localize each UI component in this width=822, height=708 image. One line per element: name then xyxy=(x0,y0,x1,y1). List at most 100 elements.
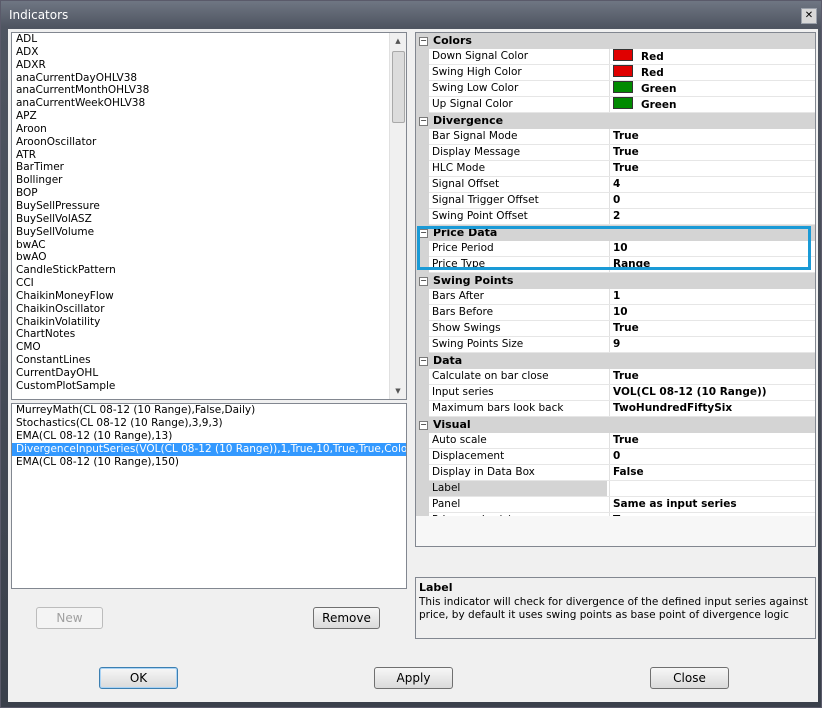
indicator-list-item[interactable]: CustomPlotSample xyxy=(12,380,406,393)
property-row[interactable]: HLC Mode True xyxy=(416,161,815,177)
indicator-list-item[interactable]: APZ xyxy=(12,110,406,123)
property-value[interactable] xyxy=(609,481,613,496)
property-value[interactable]: 4 xyxy=(609,177,620,192)
property-row[interactable]: Display in Data Box False xyxy=(416,465,815,481)
indicator-list-scrollbar[interactable]: ▲ ▼ xyxy=(389,33,406,399)
property-value[interactable]: Green xyxy=(609,81,677,96)
property-value[interactable]: True xyxy=(609,369,639,384)
property-value[interactable]: True xyxy=(609,145,639,160)
property-row[interactable]: Swing Points Size 9 xyxy=(416,337,815,353)
applied-indicator-item[interactable]: MurreyMath(CL 08-12 (10 Range),False,Dai… xyxy=(12,404,406,417)
indicator-list-item[interactable]: anaCurrentWeekOHLV38 xyxy=(12,97,406,110)
property-value[interactable]: 1 xyxy=(609,289,620,304)
collapse-icon[interactable]: − xyxy=(419,357,428,366)
property-row[interactable]: Panel Same as input series xyxy=(416,497,815,513)
property-value[interactable]: 0 xyxy=(609,449,620,464)
property-row[interactable]: Input series VOL(CL 08-12 (10 Range)) xyxy=(416,385,815,401)
indicator-list-item[interactable]: AroonOscillator xyxy=(12,136,406,149)
property-row[interactable]: Bars Before 10 xyxy=(416,305,815,321)
indicator-list-item[interactable]: ChaikinOscillator xyxy=(12,303,406,316)
close-icon[interactable]: ✕ xyxy=(801,8,817,24)
indicator-list-item[interactable]: anaCurrentDayOHLV38 xyxy=(12,72,406,85)
property-row[interactable]: Swing High Color Red xyxy=(416,65,815,81)
remove-button[interactable]: Remove xyxy=(313,607,380,629)
property-row[interactable]: Show Swings True xyxy=(416,321,815,337)
property-value[interactable]: Red xyxy=(609,49,664,64)
category-visual[interactable]: − Visual xyxy=(416,417,815,433)
property-value[interactable]: False xyxy=(609,465,644,480)
indicator-list-item[interactable]: BuySellPressure xyxy=(12,200,406,213)
indicator-list-item[interactable]: CMO xyxy=(12,341,406,354)
indicator-list-item[interactable]: ADXR xyxy=(12,59,406,72)
collapse-icon[interactable]: − xyxy=(419,37,428,46)
property-value[interactable]: Green xyxy=(609,97,677,112)
property-row[interactable]: Bars After 1 xyxy=(416,289,815,305)
category-divergence[interactable]: − Divergence xyxy=(416,113,815,129)
property-value[interactable]: Red xyxy=(609,65,664,80)
indicator-list-item[interactable]: Bollinger xyxy=(12,174,406,187)
property-row[interactable]: Signal Offset 4 xyxy=(416,177,815,193)
property-row[interactable]: Signal Trigger Offset 0 xyxy=(416,193,815,209)
property-value[interactable]: 2 xyxy=(609,209,620,224)
property-row[interactable]: Maximum bars look back TwoHundredFiftySix xyxy=(416,401,815,417)
title-bar[interactable]: Indicators ✕ xyxy=(1,1,821,29)
apply-button[interactable]: Apply xyxy=(374,667,453,689)
indicator-list-item[interactable]: CurrentDayOHL xyxy=(12,367,406,380)
indicator-list-item[interactable]: CandleStickPattern xyxy=(12,264,406,277)
property-value[interactable]: Same as input series xyxy=(609,497,737,512)
indicator-list-item[interactable]: bwAO xyxy=(12,251,406,264)
property-value[interactable]: True xyxy=(609,433,639,448)
property-row[interactable]: Swing Low Color Green xyxy=(416,81,815,97)
property-row[interactable]: Calculate on bar close True xyxy=(416,369,815,385)
property-row[interactable]: Display Message True xyxy=(416,145,815,161)
scroll-thumb[interactable] xyxy=(392,51,405,123)
indicator-list-item[interactable]: ADX xyxy=(12,46,406,59)
indicator-list-item[interactable]: ConstantLines xyxy=(12,354,406,367)
indicator-list-item[interactable]: CCI xyxy=(12,277,406,290)
property-value[interactable]: 9 xyxy=(609,337,620,352)
property-value[interactable]: True xyxy=(609,161,639,176)
close-button[interactable]: Close xyxy=(650,667,729,689)
property-row[interactable]: Up Signal Color Green xyxy=(416,97,815,113)
applied-indicator-item[interactable]: EMA(CL 08-12 (10 Range),13) xyxy=(12,430,406,443)
property-row[interactable]: Swing Point Offset 2 xyxy=(416,209,815,225)
property-value[interactable]: True xyxy=(609,129,639,144)
category-data[interactable]: − Data xyxy=(416,353,815,369)
category-swing-points[interactable]: − Swing Points xyxy=(416,273,815,289)
scroll-down-icon[interactable]: ▼ xyxy=(390,383,406,399)
property-row[interactable]: Displacement 0 xyxy=(416,449,815,465)
applied-indicators-list[interactable]: MurreyMath(CL 08-12 (10 Range),False,Dai… xyxy=(11,403,407,589)
property-value[interactable]: 10 xyxy=(609,305,628,320)
indicator-list-item[interactable]: anaCurrentMonthOHLV38 xyxy=(12,84,406,97)
applied-indicator-item[interactable]: Stochastics(CL 08-12 (10 Range),3,9,3) xyxy=(12,417,406,430)
property-value[interactable]: 0 xyxy=(609,193,620,208)
property-value[interactable]: TwoHundredFiftySix xyxy=(609,401,732,416)
property-row[interactable]: Label xyxy=(416,481,815,497)
indicator-list-item[interactable]: ChartNotes xyxy=(12,328,406,341)
property-grid[interactable]: − Colors Down Signal Color Red Swing High Co… xyxy=(415,32,816,547)
indicator-list-item[interactable]: bwAC xyxy=(12,239,406,252)
property-value[interactable]: VOL(CL 08-12 (10 Range)) xyxy=(609,385,767,400)
applied-indicator-item[interactable]: EMA(CL 08-12 (10 Range),150) xyxy=(12,456,406,469)
collapse-icon[interactable]: − xyxy=(419,277,428,286)
collapse-icon[interactable]: − xyxy=(419,421,428,430)
indicator-list-item[interactable]: BuySellVolASZ xyxy=(12,213,406,226)
indicator-list-item[interactable]: BarTimer xyxy=(12,161,406,174)
applied-indicator-item[interactable]: DivergenceInputSeries(VOL(CL 08-12 (10 R… xyxy=(12,443,406,456)
scroll-up-icon[interactable]: ▲ xyxy=(390,33,406,49)
indicator-list-item[interactable]: Aroon xyxy=(12,123,406,136)
category-colors[interactable]: − Colors xyxy=(416,33,815,49)
indicator-list-item[interactable]: ATR xyxy=(12,149,406,162)
property-row[interactable]: Down Signal Color Red xyxy=(416,49,815,65)
indicator-list-item[interactable]: BOP xyxy=(12,187,406,200)
property-value[interactable]: True xyxy=(609,321,639,336)
indicator-list-item[interactable]: BuySellVolume xyxy=(12,226,406,239)
indicator-list-item[interactable]: ADL xyxy=(12,33,406,46)
property-row[interactable]: Auto scale True xyxy=(416,433,815,449)
indicator-list[interactable]: ADL ADX ADXR anaCurrentDayOHLV38 anaCurrentM… xyxy=(11,32,407,400)
collapse-icon[interactable]: − xyxy=(419,117,428,126)
indicator-list-item[interactable]: ChaikinVolatility xyxy=(12,316,406,329)
indicator-list-item[interactable]: ChaikinMoneyFlow xyxy=(12,290,406,303)
ok-button[interactable]: OK xyxy=(99,667,178,689)
property-row[interactable]: Bar Signal Mode True xyxy=(416,129,815,145)
